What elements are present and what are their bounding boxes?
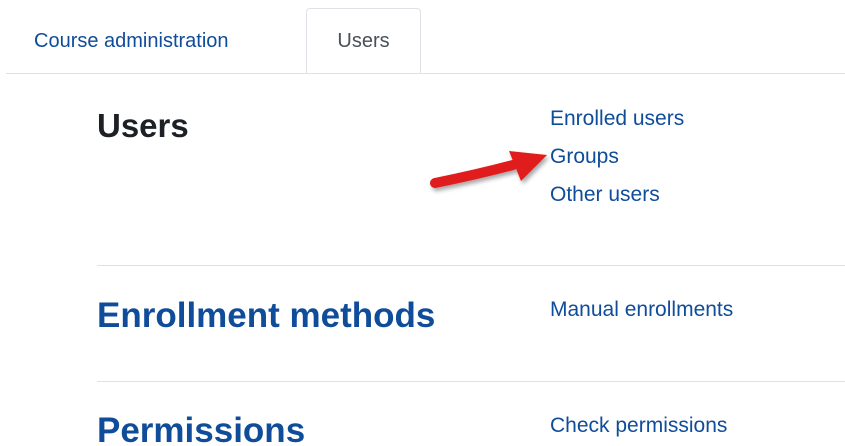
enrolled-users-link[interactable]: Enrolled users	[550, 107, 684, 131]
tab-course-administration[interactable]: Course administration	[24, 10, 304, 73]
users-heading: Users	[97, 107, 189, 144]
section-divider	[97, 265, 845, 266]
manual-enrollments-link[interactable]: Manual enrollments	[550, 298, 733, 322]
tab-bar: Course administration Users	[6, 0, 845, 74]
arrow-shaft	[430, 160, 518, 188]
groups-link[interactable]: Groups	[550, 145, 619, 169]
other-users-link[interactable]: Other users	[550, 183, 660, 207]
red-arrow-icon	[430, 151, 547, 188]
permissions-heading[interactable]: Permissions	[97, 411, 305, 446]
enrollment-methods-heading[interactable]: Enrollment methods	[97, 296, 435, 336]
tab-users[interactable]: Users	[306, 8, 421, 74]
tab-bar-border	[6, 73, 845, 74]
page: Course administration Users Users Enroll…	[0, 0, 845, 446]
check-permissions-link[interactable]: Check permissions	[550, 414, 727, 438]
section-divider	[97, 381, 845, 382]
